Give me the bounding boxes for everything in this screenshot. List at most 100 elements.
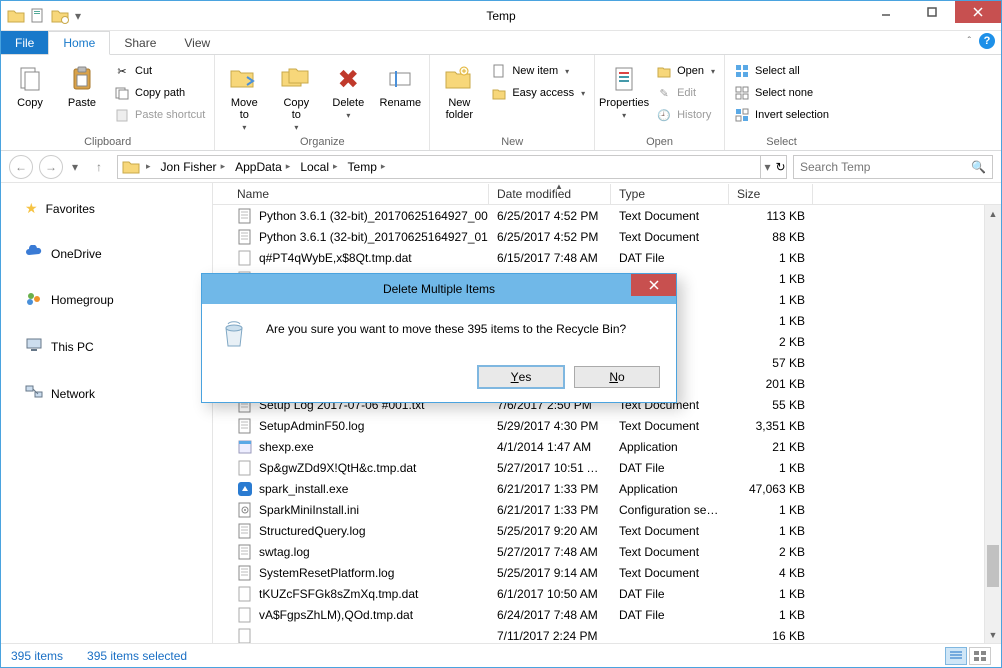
- help-icon[interactable]: ?: [979, 33, 995, 49]
- file-icon: [237, 250, 253, 266]
- table-row[interactable]: SparkMiniInstall.ini6/21/2017 1:33 PMCon…: [213, 499, 1001, 520]
- table-row[interactable]: tKUZcFSFGk8sZmXq.tmp.dat6/1/2017 10:50 A…: [213, 583, 1001, 604]
- table-row[interactable]: spark_install.exe6/21/2017 1:33 PMApplic…: [213, 478, 1001, 499]
- up-button[interactable]: ↑: [87, 155, 111, 179]
- details-view-button[interactable]: [945, 647, 967, 665]
- dialog-close-button[interactable]: [631, 274, 676, 296]
- file-icon: [237, 439, 253, 455]
- qat-dropdown-icon[interactable]: ▾: [73, 9, 83, 23]
- table-row[interactable]: swtag.log5/27/2017 7:48 AMText Document2…: [213, 541, 1001, 562]
- nav-onedrive[interactable]: OneDrive: [9, 238, 204, 269]
- yes-button[interactable]: Yes: [478, 366, 564, 388]
- crumb-temp[interactable]: Temp▸: [344, 158, 390, 176]
- scrollbar[interactable]: ▲ ▼: [984, 205, 1001, 643]
- navigation-pane[interactable]: ★Favorites OneDrive Homegroup This PC Ne…: [1, 183, 213, 643]
- minimize-ribbon-icon[interactable]: ˆ: [968, 36, 971, 47]
- search-input[interactable]: Search Temp 🔍: [793, 155, 993, 179]
- col-type[interactable]: Type: [611, 184, 729, 204]
- rename-button[interactable]: Rename: [377, 59, 423, 109]
- scroll-down-icon[interactable]: ▼: [985, 626, 1001, 643]
- file-tab[interactable]: File: [1, 31, 48, 54]
- select-all-icon: [734, 63, 750, 79]
- nav-this-pc[interactable]: This PC: [9, 330, 204, 363]
- maximize-button[interactable]: [909, 1, 955, 23]
- copy-path-button[interactable]: Copy path: [111, 83, 208, 103]
- file-icon: [237, 208, 253, 224]
- table-row[interactable]: StructuredQuery.log5/25/2017 9:20 AMText…: [213, 520, 1001, 541]
- table-row[interactable]: vA$FgpsZhLM),QOd.tmp.dat6/24/2017 7:48 A…: [213, 604, 1001, 625]
- col-size[interactable]: Size: [729, 184, 813, 204]
- tab-view[interactable]: View: [170, 31, 224, 54]
- file-icon: [237, 565, 253, 581]
- ribbon-tabs: File Home Share View ˆ ?: [1, 31, 1001, 55]
- select-all-button[interactable]: Select all: [731, 61, 832, 81]
- table-row[interactable]: SystemResetPlatform.log5/25/2017 9:14 AM…: [213, 562, 1001, 583]
- group-open: Properties▾ Open▾ ✎Edit 🕘History Open: [595, 55, 725, 150]
- table-row[interactable]: Python 3.6.1 (32-bit)_20170625164927_01.…: [213, 226, 1001, 247]
- tab-share[interactable]: Share: [110, 31, 170, 54]
- open-button[interactable]: Open▾: [653, 61, 718, 81]
- col-name[interactable]: Name: [229, 184, 489, 204]
- minimize-button[interactable]: [863, 1, 909, 23]
- table-row[interactable]: q#PT4qWybE,x$8Qt.tmp.dat6/15/2017 7:48 A…: [213, 247, 1001, 268]
- table-row[interactable]: shexp.exe4/1/2014 1:47 AMApplication21 K…: [213, 436, 1001, 457]
- properties-button[interactable]: Properties▾: [601, 59, 647, 120]
- col-date[interactable]: Date modified: [489, 184, 611, 204]
- recent-locations-icon[interactable]: ▾: [69, 160, 81, 174]
- nav-homegroup[interactable]: Homegroup: [9, 283, 204, 316]
- easy-access-icon: [491, 85, 507, 101]
- copy-button[interactable]: Copy: [7, 59, 53, 109]
- table-row[interactable]: Python 3.6.1 (32-bit)_20170625164927_00.…: [213, 205, 1001, 226]
- nav-network[interactable]: Network: [9, 377, 204, 410]
- table-row[interactable]: SetupAdminF50.log5/29/2017 4:30 PMText D…: [213, 415, 1001, 436]
- file-icon: [237, 523, 253, 539]
- table-row[interactable]: 7/11/2017 2:24 PM16 KB: [213, 625, 1001, 643]
- file-icon: [237, 460, 253, 476]
- easy-access-button[interactable]: Easy access▾: [488, 83, 588, 103]
- table-row[interactable]: Sp&gwZDd9X!QtH&c.tmp.dat5/27/2017 10:51 …: [213, 457, 1001, 478]
- dialog-message: Are you sure you want to move these 395 …: [266, 318, 626, 336]
- file-icon: [237, 418, 253, 434]
- new-item-button[interactable]: New item▾: [488, 61, 588, 81]
- breadcrumb[interactable]: ▸ Jon Fisher▸ AppData▸ Local▸ Temp▸: [117, 155, 761, 179]
- history-button[interactable]: 🕘History: [653, 105, 718, 125]
- back-button[interactable]: ←: [9, 155, 33, 179]
- paste-button[interactable]: Paste: [59, 59, 105, 109]
- nav-favorites[interactable]: ★Favorites: [9, 193, 204, 224]
- move-to-button[interactable]: Move to▾: [221, 59, 267, 132]
- icons-view-button[interactable]: [969, 647, 991, 665]
- folder-icon: [122, 159, 140, 175]
- forward-button[interactable]: →: [39, 155, 63, 179]
- properties-icon[interactable]: [29, 7, 47, 25]
- file-list: Name Date modified Type Size ▲ Python 3.…: [213, 183, 1001, 643]
- column-headers[interactable]: Name Date modified Type Size ▲: [213, 183, 1001, 205]
- cut-button[interactable]: ✂Cut: [111, 61, 208, 81]
- file-rows[interactable]: Python 3.6.1 (32-bit)_20170625164927_00.…: [213, 205, 1001, 643]
- scroll-thumb[interactable]: [987, 545, 999, 587]
- select-none-button[interactable]: Select none: [731, 83, 832, 103]
- network-icon: [25, 384, 43, 403]
- paste-shortcut-button[interactable]: Paste shortcut: [111, 105, 208, 125]
- crumb-appdata[interactable]: AppData▸: [231, 158, 294, 176]
- file-icon: [237, 229, 253, 245]
- close-button[interactable]: [955, 1, 1001, 23]
- new-folder-button[interactable]: New folder: [436, 59, 482, 121]
- folder-icon: [7, 7, 25, 25]
- edit-button[interactable]: ✎Edit: [653, 83, 718, 103]
- refresh-button[interactable]: ▾↻: [761, 155, 787, 179]
- invert-selection-button[interactable]: Invert selection: [731, 105, 832, 125]
- scroll-up-icon[interactable]: ▲: [985, 205, 1001, 222]
- address-bar: ← → ▾ ↑ ▸ Jon Fisher▸ AppData▸ Local▸ Te…: [1, 151, 1001, 183]
- delete-button[interactable]: ✖ Delete▾: [325, 59, 371, 120]
- new-folder-icon[interactable]: [51, 7, 69, 25]
- window-title: Temp: [486, 9, 515, 23]
- invert-selection-icon: [734, 107, 750, 123]
- crumb-jon-fisher[interactable]: Jon Fisher▸: [157, 158, 230, 176]
- no-button[interactable]: No: [574, 366, 660, 388]
- file-icon: [237, 607, 253, 623]
- tab-home[interactable]: Home: [48, 31, 110, 55]
- copy-to-button[interactable]: Copy to▾: [273, 59, 319, 132]
- dialog-titlebar[interactable]: Delete Multiple Items: [202, 274, 676, 304]
- file-icon: [237, 586, 253, 602]
- crumb-local[interactable]: Local▸: [296, 158, 341, 176]
